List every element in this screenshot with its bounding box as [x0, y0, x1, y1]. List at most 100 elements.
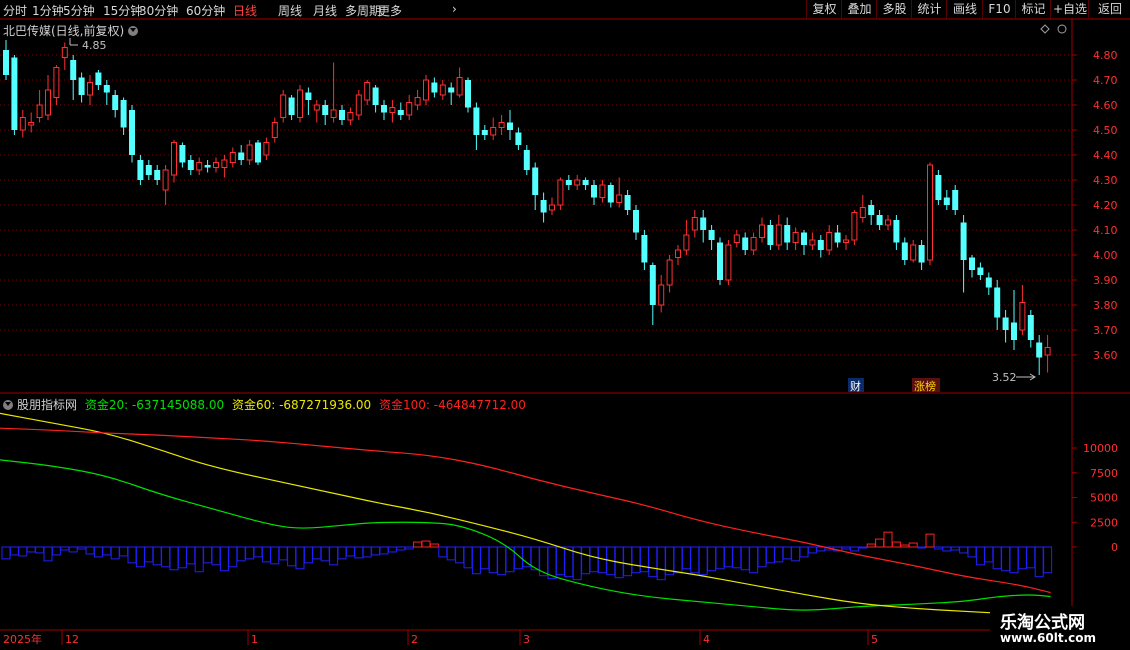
histogram-bar: [270, 546, 280, 565]
candle: [893, 215, 900, 250]
histogram-bar: [984, 546, 994, 563]
candle: [759, 217, 765, 243]
indicator-name: 股朋指标网: [17, 398, 78, 412]
candle: [154, 165, 161, 185]
candle: [851, 210, 858, 245]
histogram-bar: [639, 546, 649, 573]
histogram-bar: [236, 546, 246, 562]
histogram-bar: [320, 546, 330, 562]
candle-body-down: [103, 85, 110, 93]
candle: [683, 220, 690, 255]
candle-body-up: [36, 104, 43, 118]
candle-body-up: [171, 142, 177, 176]
indicator-dropdown-icon[interactable]: [3, 400, 13, 410]
candle-body-down: [1011, 322, 1017, 340]
ind-tick-label: 7500: [1090, 467, 1118, 480]
candle-body-up: [162, 169, 169, 191]
candle-body-down: [868, 205, 875, 215]
candle: [473, 102, 480, 150]
candle: [725, 240, 732, 285]
histogram-bar: [1, 546, 11, 560]
histogram-bar: [740, 546, 750, 571]
candle-body-up: [297, 89, 303, 118]
histogram-bar: [816, 546, 826, 552]
year-label: 2025年: [3, 632, 42, 646]
candle-body-down: [11, 57, 18, 130]
histogram-bar: [119, 546, 129, 557]
candle: [187, 155, 194, 175]
limit-up-badge[interactable]: 涨榜: [914, 379, 936, 393]
candle: [952, 185, 959, 215]
histogram-bar: [799, 546, 809, 558]
candle-body-down: [322, 105, 329, 115]
candle: [213, 157, 219, 173]
candle-body-up: [775, 224, 782, 246]
histogram-bar: [463, 546, 473, 569]
ind-tick-label: 2500: [1090, 516, 1118, 529]
candle: [649, 262, 656, 325]
candle: [607, 182, 614, 208]
candle-body-down: [717, 242, 723, 280]
candle-body-down: [708, 230, 715, 240]
histogram-bar: [68, 546, 78, 553]
candle-body-down: [633, 210, 639, 233]
candle: [767, 220, 774, 250]
candle-body-up: [19, 117, 26, 131]
candle-body-down: [540, 200, 547, 213]
dropdown-circle-icon[interactable]: [128, 26, 139, 36]
candle: [347, 107, 354, 125]
candle: [372, 85, 379, 113]
candle: [53, 65, 60, 105]
histogram-bar: [480, 546, 490, 570]
histogram-bar: [866, 543, 876, 548]
histogram-bar: [135, 546, 145, 568]
circle-icon[interactable]: [1057, 24, 1067, 34]
candle: [817, 235, 824, 258]
candle: [717, 237, 723, 285]
candle-body-down: [431, 82, 438, 93]
candle-body-up: [28, 122, 35, 126]
candle-body-up: [87, 82, 93, 96]
candle: [792, 227, 799, 250]
candle-body-up: [725, 244, 732, 281]
price-tick-label: 4.80: [1093, 49, 1118, 62]
diamond-icon[interactable]: [1040, 24, 1050, 34]
histogram-bar: [681, 546, 691, 570]
candle-body-down: [372, 87, 379, 105]
candle: [918, 240, 925, 270]
histogram-bar: [1017, 546, 1027, 570]
price-axis: 3.60 3.70 3.80 3.90 4.00 4.10 4.20 4.30 4.40 4.50…: [1072, 49, 1118, 362]
candle: [112, 90, 119, 118]
candle: [876, 210, 883, 230]
candle-body-up: [406, 102, 413, 116]
candle: [742, 232, 749, 255]
series-label-20: 资金20: -637145088.00: [84, 398, 225, 412]
histogram-bar: [1009, 546, 1019, 574]
histogram-bar: [43, 546, 53, 562]
histogram-bar: [421, 540, 431, 548]
histogram-bar: [471, 546, 481, 575]
histogram-bar: [883, 531, 893, 548]
finance-badge[interactable]: 财: [850, 379, 861, 393]
candle: [885, 215, 891, 230]
histogram-bar: [413, 541, 423, 548]
candle-body-down: [3, 50, 9, 75]
histogram-bar: [807, 546, 817, 554]
histogram-bar: [177, 546, 187, 569]
candle: [1044, 335, 1051, 373]
candle-body-down: [465, 80, 471, 108]
candle: [1027, 310, 1034, 348]
histogram-bar: [371, 546, 381, 556]
histogram-bar: [698, 546, 708, 576]
candle: [733, 230, 740, 248]
histogram-bar: [303, 546, 313, 564]
candle: [45, 75, 51, 120]
candle-body-down: [129, 110, 135, 155]
candle-body-up: [691, 217, 698, 231]
candle-body-down: [523, 150, 530, 170]
candle: [641, 230, 648, 270]
histogram-bar: [749, 546, 759, 574]
histogram-bar: [1026, 546, 1036, 569]
date-label: 1: [251, 633, 258, 646]
candle: [162, 165, 169, 205]
